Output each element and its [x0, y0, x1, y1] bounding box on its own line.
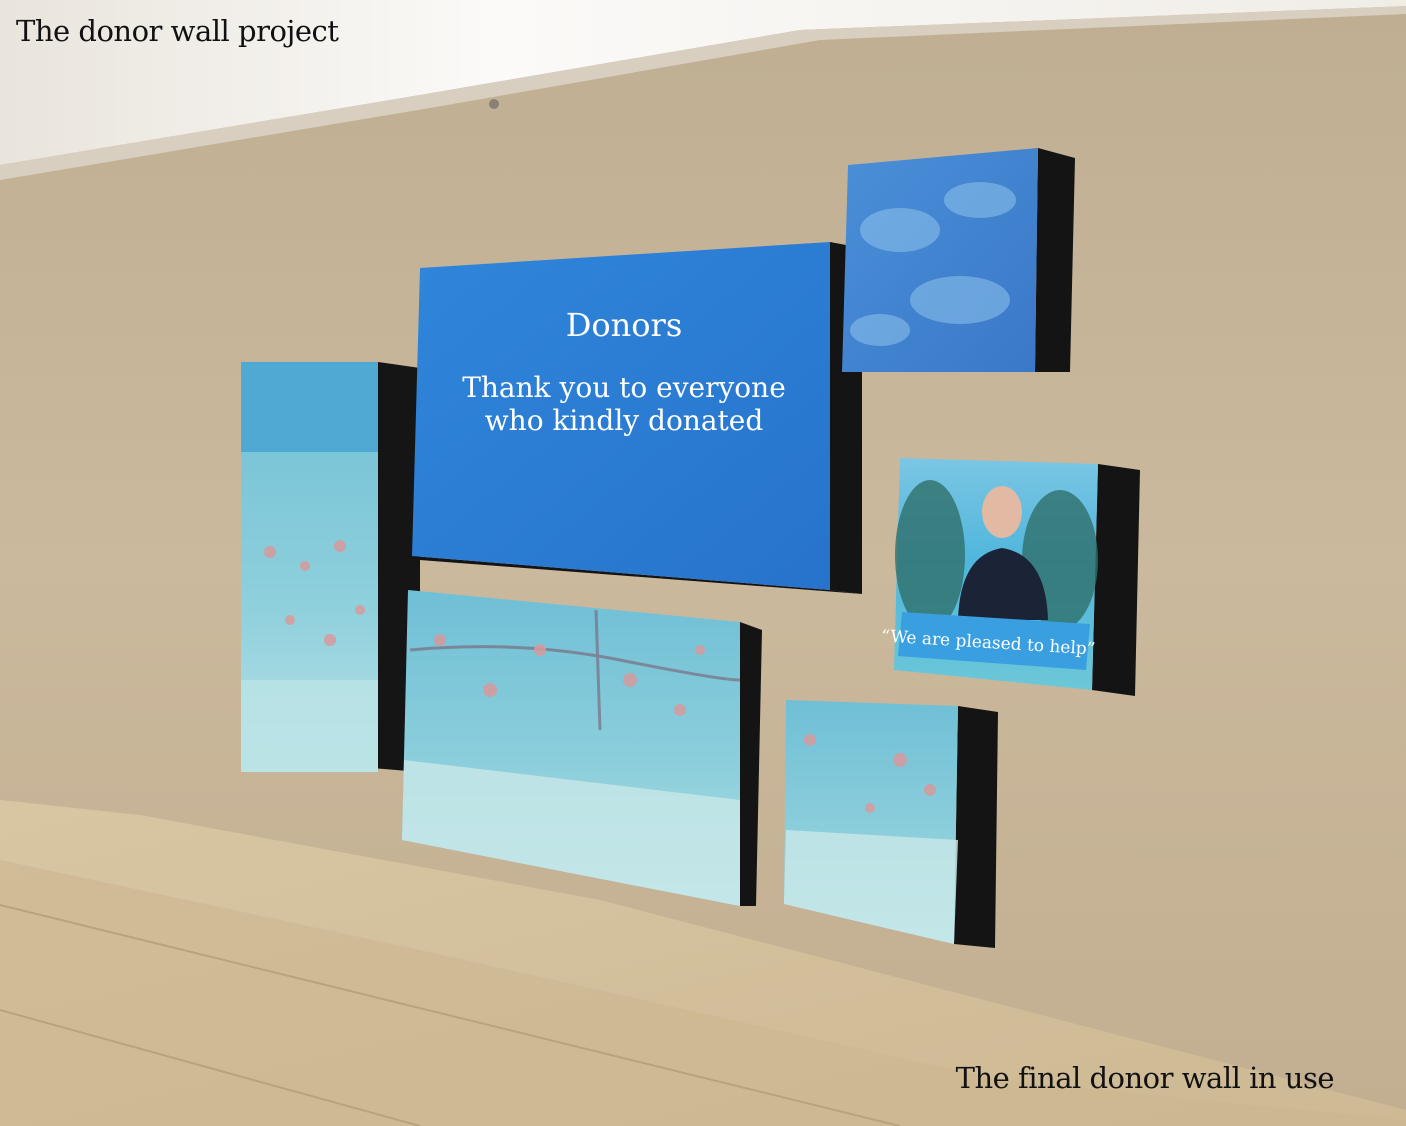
trees [895, 480, 965, 630]
screen-bezel [954, 706, 998, 948]
caption-bottom: The final donor wall in use [955, 1061, 1335, 1095]
screen-bezel [1092, 464, 1140, 696]
screen-left-grass [241, 680, 378, 772]
main-screen-heading: Donors [566, 306, 683, 344]
main-screen-message-line2: who kindly donated [485, 404, 764, 437]
caption-top: The donor wall project [16, 14, 339, 48]
main-screen-message-line1: Thank you to everyone [462, 371, 786, 404]
ceiling-sprinkler [489, 99, 499, 109]
screen-bezel [1035, 148, 1075, 372]
screen-left-sky [241, 362, 378, 452]
person-head [982, 486, 1022, 538]
donor-wall-photo: Donors Thank you to everyone who kindly … [0, 0, 1406, 1126]
